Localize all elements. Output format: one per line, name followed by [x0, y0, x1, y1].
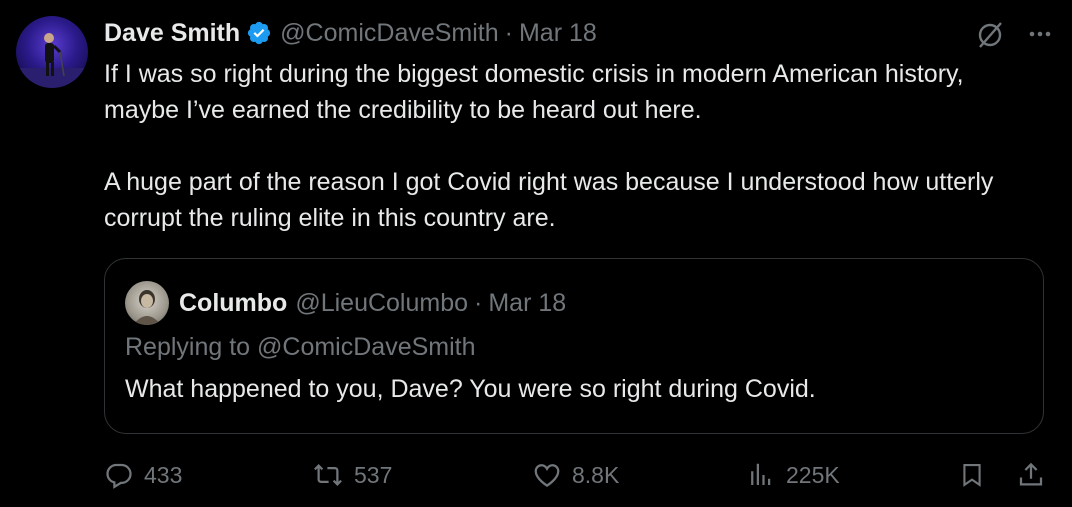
author-name[interactable]: Dave Smith [104, 19, 240, 48]
tweet-header: Dave Smith @ComicDaveSmith · Mar 18 [104, 16, 597, 50]
separator: · [474, 288, 483, 317]
quoted-tweet[interactable]: Columbo @LieuColumbo · Mar 18 Replying t… [104, 258, 1044, 434]
author-handle[interactable]: @ComicDaveSmith [280, 19, 498, 48]
quoted-tweet-header: Columbo @LieuColumbo · Mar 18 [125, 281, 566, 325]
quoted-author-handle[interactable]: @LieuColumbo [295, 289, 468, 318]
tweet-paragraph: A huge part of the reason I got Covid ri… [104, 168, 994, 232]
retweet-button[interactable]: 537 [312, 460, 392, 490]
quoted-author-avatar[interactable] [125, 281, 169, 325]
author-avatar[interactable] [16, 16, 88, 88]
retweet-count: 537 [354, 461, 393, 488]
share-icon [1016, 460, 1046, 490]
tweet-paragraph: If I was so right during the biggest dom… [104, 60, 964, 124]
reply-button[interactable]: 433 [104, 460, 182, 490]
quoted-tweet-date[interactable]: Mar 18 [488, 289, 566, 318]
like-count: 8.8K [572, 461, 620, 488]
retweet-icon [312, 460, 344, 490]
like-button[interactable]: 8.8K [532, 460, 619, 490]
separator: · [504, 18, 513, 47]
views-icon [746, 460, 776, 490]
views-count: 225K [786, 461, 840, 488]
quoted-tweet-text: What happened to you, Dave? You were so … [125, 375, 816, 403]
bookmark-button[interactable] [958, 460, 986, 490]
reply-count: 433 [144, 461, 183, 488]
reply-icon [104, 460, 134, 490]
bookmark-icon [958, 460, 986, 490]
like-icon [532, 460, 562, 490]
more-icon[interactable] [1028, 30, 1052, 38]
verified-badge-icon[interactable] [246, 20, 272, 46]
views-button[interactable]: 225K [746, 460, 840, 490]
tweet-date[interactable]: Mar 18 [519, 19, 597, 48]
tweet-actions: 433 537 8.8K 225K [104, 456, 1052, 496]
tweet-body: If I was so right during the biggest dom… [104, 56, 1034, 236]
share-button[interactable] [1016, 460, 1046, 490]
grok-icon[interactable] [974, 18, 1006, 50]
tweet-top-actions [974, 18, 1052, 50]
quoted-author-name[interactable]: Columbo [179, 289, 287, 318]
replying-to: Replying to @ComicDaveSmith [125, 333, 476, 361]
